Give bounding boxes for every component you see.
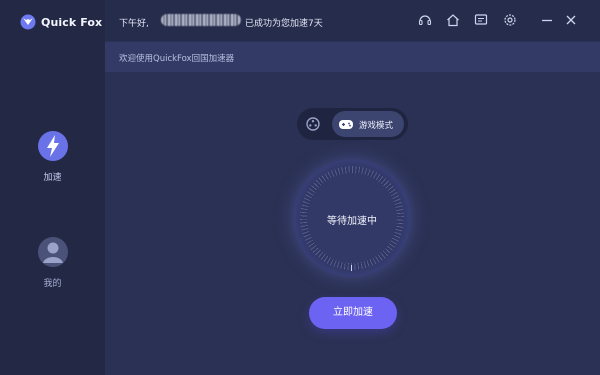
sidebar: Quick Fox 加速 我的: [0, 0, 105, 375]
mode-toggle: 游戏模式: [297, 108, 408, 140]
close-icon[interactable]: [564, 13, 578, 27]
title-bar: 下午好, 已成功为您加速7天: [105, 0, 600, 41]
lightning-icon: [37, 131, 68, 161]
app-name: Quick Fox: [41, 15, 103, 29]
video-reel-icon[interactable]: [303, 114, 323, 134]
sidebar-item-accelerate[interactable]: 加速: [0, 130, 105, 183]
game-mode-button[interactable]: 游戏模式: [332, 111, 404, 137]
welcome-text: 欢迎使用QuickFox回国加速器: [119, 54, 235, 64]
home-icon[interactable]: [446, 13, 460, 27]
game-mode-label: 游戏模式: [359, 121, 394, 131]
sidebar-item-label: 我的: [43, 279, 62, 289]
dial-status-text: 等待加速中: [327, 216, 377, 227]
acceleration-status-text: 已成功为您加速7天: [245, 19, 323, 29]
username-blurred: [161, 14, 241, 26]
sidebar-item-label: 加速: [43, 173, 62, 183]
sidebar-item-mine[interactable]: 我的: [0, 236, 105, 289]
app-logo: Quick Fox: [20, 14, 102, 30]
start-acceleration-button[interactable]: 立即加速: [309, 297, 397, 329]
minimize-icon[interactable]: [540, 13, 554, 27]
fox-logo-icon: [20, 14, 36, 30]
settings-icon[interactable]: [503, 13, 517, 27]
dial-indicator-tick: [351, 265, 352, 271]
message-icon[interactable]: [474, 13, 488, 27]
greeting-text: 下午好,: [119, 19, 149, 29]
user-avatar-icon: [37, 237, 68, 267]
headset-icon[interactable]: [418, 13, 432, 27]
welcome-banner: 欢迎使用QuickFox回国加速器: [105, 42, 600, 72]
gamepad-icon: [339, 120, 353, 129]
acceleration-dial: 等待加速中: [293, 159, 411, 277]
